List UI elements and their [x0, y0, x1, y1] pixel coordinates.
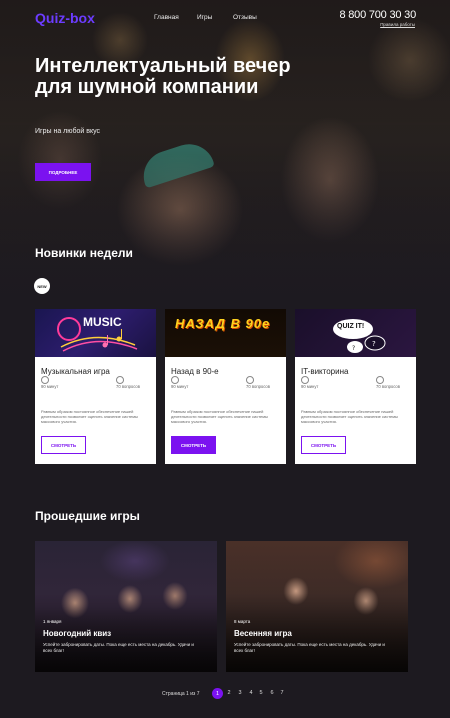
music-game-image: MUSIC — [35, 309, 156, 357]
past-game-description: Успейте забронировать даты. Пока еще ест… — [43, 642, 194, 653]
clock-icon — [171, 376, 179, 384]
it-quiz-image: ? ? QUIZ IT! — [295, 309, 416, 357]
phone-number[interactable]: 8 800 700 30 30 — [339, 9, 416, 21]
weekly-section-title: Новинки недели — [35, 246, 133, 260]
questions-icon — [376, 376, 384, 384]
retro-game-image: НАЗАД В 90е — [165, 309, 286, 357]
more-button[interactable]: ПОДРОБНЕЕ — [35, 163, 91, 181]
new-badge-icon: NEW — [34, 278, 50, 294]
card-description: Равным образом постоянное обеспечение на… — [41, 409, 138, 424]
nav-item-games[interactable]: Игры — [197, 14, 212, 21]
card-title: IT-викторина — [301, 367, 349, 376]
card-duration: 90 минут — [301, 384, 319, 389]
nav-item-reviews[interactable]: Отзывы — [233, 14, 257, 21]
speech-bubbles-icon: ? ? — [333, 319, 386, 353]
page-2[interactable]: 2 — [225, 690, 233, 696]
hero-title: Интеллектуальный вечер для шумной компан… — [35, 55, 291, 98]
top-navigation: Quiz-box Главная Игры Отзывы 8 800 700 3… — [0, 0, 450, 36]
logo[interactable]: Quiz-box — [35, 10, 95, 26]
view-button[interactable]: СМОТРЕТЬ — [301, 436, 346, 454]
rules-link[interactable]: Правила работы — [380, 22, 415, 27]
page-3[interactable]: 3 — [236, 690, 244, 696]
card-description: Равным образом постоянное обеспечение на… — [301, 409, 398, 424]
card-questions: 70 вопросов — [116, 384, 140, 389]
page-7[interactable]: 7 — [278, 690, 286, 696]
card-title: Назад в 90-е — [171, 367, 219, 376]
past-game-title: Весенняя игра — [234, 629, 292, 638]
card-duration: 90 минут — [41, 384, 59, 389]
questions-icon — [116, 376, 124, 384]
past-section-title: Прошедшие игры — [35, 509, 140, 523]
past-game-card[interactable]: 8 марта Весенняя игра Успейте заброниров… — [226, 541, 408, 672]
card-image-text: НАЗАД В 90е — [175, 316, 271, 331]
card-questions: 70 вопросов — [246, 384, 270, 389]
page-4[interactable]: 4 — [247, 690, 255, 696]
past-game-date: 8 марта — [234, 619, 251, 624]
svg-text:?: ? — [352, 345, 355, 352]
page-5[interactable]: 5 — [257, 690, 265, 696]
past-game-description: Успейте забронировать даты. Пока еще ест… — [234, 642, 385, 653]
hero-background — [0, 0, 450, 310]
pagination-label: Страница 1 из 7 — [162, 691, 200, 697]
view-button[interactable]: СМОТРЕТЬ — [171, 436, 216, 454]
card-title: Музыкальная игра — [41, 367, 110, 376]
hero-subtitle: Игры на любой вкус — [35, 128, 101, 135]
clock-icon — [41, 376, 49, 384]
card-questions: 70 вопросов — [376, 384, 400, 389]
nav-item-home[interactable]: Главная — [154, 14, 179, 21]
past-game-date: 1 января — [43, 619, 62, 624]
clock-icon — [301, 376, 309, 384]
page-1[interactable]: 1 — [212, 688, 223, 699]
card-duration: 90 минут — [171, 384, 189, 389]
view-button[interactable]: СМОТРЕТЬ — [41, 436, 86, 454]
card-image-text: MUSIC — [83, 315, 122, 329]
card-description: Равным образом постоянное обеспечение на… — [171, 409, 268, 424]
past-game-card[interactable]: 1 января Новогодний квиз Успейте заброни… — [35, 541, 217, 672]
card-image-text: QUIZ IT! — [337, 323, 365, 330]
past-game-title: Новогодний квиз — [43, 629, 112, 638]
svg-text:?: ? — [372, 340, 376, 348]
questions-icon — [246, 376, 254, 384]
page-6[interactable]: 6 — [268, 690, 276, 696]
